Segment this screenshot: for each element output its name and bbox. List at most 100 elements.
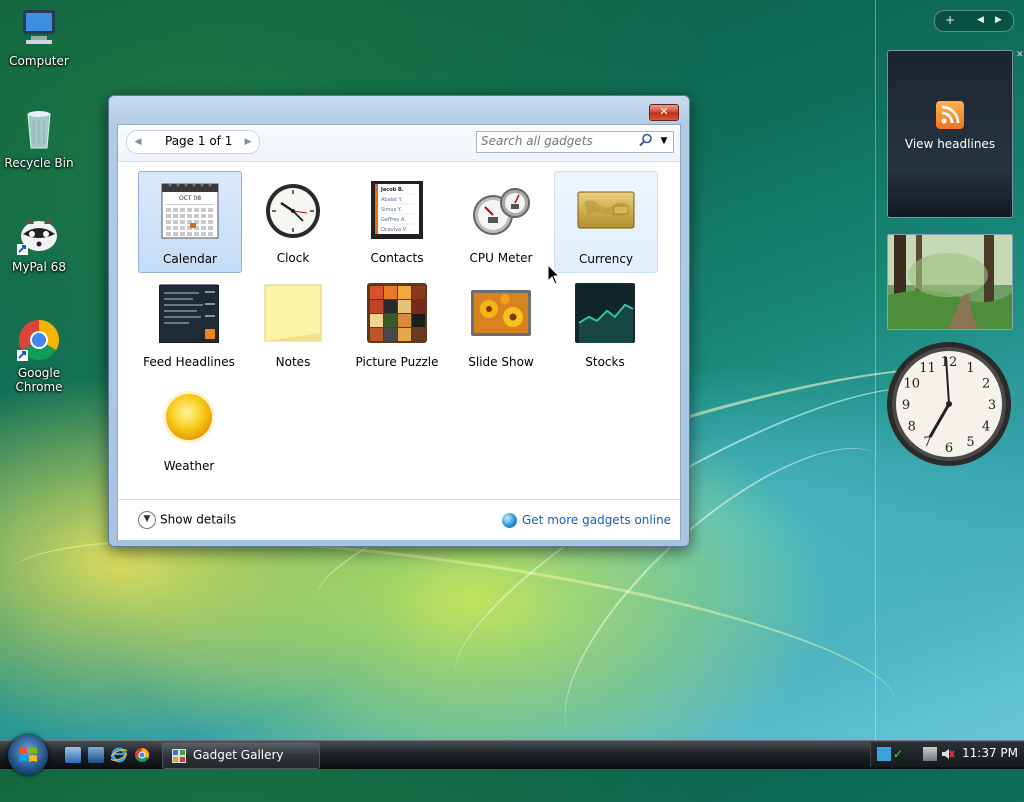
search-dropdown-icon[interactable]: ▼ (658, 134, 670, 148)
calendar-day-cell (201, 214, 206, 218)
sidebar-next-icon[interactable]: ▶ (995, 15, 1002, 25)
network-tray-icon[interactable] (877, 747, 891, 761)
slide-show-gadget[interactable] (887, 234, 1013, 330)
rss-icon (936, 101, 964, 129)
taskbar: Gadget Gallery ✓ 11:37 PM (0, 735, 1024, 775)
calendar-day-cell (173, 220, 178, 224)
gadget-tile-slide-show[interactable]: Slide Show (450, 275, 552, 375)
get-more-label: Get more gadgets online (522, 513, 672, 527)
calendar-day-cell (201, 220, 206, 224)
notes-icon (263, 283, 323, 343)
clock-numeral: 8 (908, 420, 916, 435)
next-page-icon[interactable]: ▶ (240, 134, 256, 150)
calendar-day-cell (194, 214, 199, 218)
desktop-icon-recycle-bin[interactable]: Recycle Bin (1, 108, 77, 170)
clock-numeral: 10 (904, 377, 921, 392)
taskbar-clock[interactable]: 11:37 PM (962, 746, 1018, 760)
gadget-tile-weather[interactable]: Weather (138, 379, 240, 479)
close-button[interactable]: ✕ (649, 104, 679, 121)
search-icon[interactable] (639, 133, 653, 149)
taskbar-button-gadget-gallery[interactable]: Gadget Gallery (162, 742, 320, 769)
gallery-footer: ▼ Show details Get more gadgets online (118, 499, 680, 540)
calendar-day-cell (166, 208, 171, 212)
calendar-day-cell (208, 226, 213, 230)
sidebar-close-icon[interactable]: ✕ (1016, 50, 1024, 60)
desktop-icon-chrome[interactable]: Google Chrome (1, 318, 77, 394)
calendar-day-cell (187, 208, 192, 212)
clock-icon (263, 179, 323, 239)
analog-clock-icon: 1234567891011 12 (887, 342, 1011, 466)
clock-numeral: 6 (945, 441, 953, 456)
clock-gadget[interactable]: 1 2 3 4 5 6 7 8 9 10 11 12 (886, 341, 1012, 467)
gadget-tile-calendar[interactable]: OCT 08 Calendar (138, 171, 242, 273)
weather-icon (159, 387, 219, 447)
clock-numeral: 9 (902, 398, 910, 413)
puzzle-tile (412, 300, 425, 313)
gadget-tile-clock[interactable]: Clock (242, 171, 344, 271)
calendar-day-cell (166, 220, 171, 224)
clock-numeral: 4 (982, 420, 990, 435)
chrome-quicklaunch-icon[interactable] (134, 747, 150, 763)
checkmark-tray-icon[interactable]: ✓ (893, 747, 907, 761)
calendar-day-cell (166, 232, 171, 236)
calendar-day-cell (194, 208, 199, 212)
puzzle-tile (384, 286, 397, 299)
gadget-tile-currency[interactable]: Currency (554, 171, 658, 273)
gadget-tile-notes[interactable]: Notes (242, 275, 344, 375)
search-input[interactable] (481, 133, 631, 149)
chrome-icon (17, 318, 61, 362)
puzzle-tile (384, 314, 397, 327)
calendar-day-cell (173, 232, 178, 236)
gadget-tile-picture-puzzle[interactable]: Picture Puzzle (346, 275, 448, 375)
show-details-label: Show details (160, 512, 237, 527)
puzzle-tile (370, 328, 383, 341)
feed-headlines-gadget[interactable]: View headlines (887, 50, 1013, 218)
show-details-button[interactable]: ▼ Show details (138, 511, 236, 529)
internet-explorer-icon[interactable] (110, 747, 128, 763)
get-more-gadgets-link[interactable]: Get more gadgets online (502, 513, 671, 528)
calendar-day-cell (201, 232, 206, 236)
mypal-icon (17, 212, 61, 256)
prev-page-icon[interactable]: ◀ (130, 134, 146, 150)
puzzle-tile (412, 328, 425, 341)
calendar-day-cell (201, 208, 206, 212)
calendar-day-cell (180, 220, 185, 224)
switch-windows-icon[interactable] (88, 747, 104, 763)
windows-logo-icon (19, 747, 37, 762)
gadget-tile-feed-headlines[interactable]: Feed Headlines (138, 275, 240, 375)
desktop-icon-label: Recycle Bin (4, 156, 74, 170)
currency-icon (576, 180, 636, 240)
show-desktop-icon[interactable] (65, 747, 81, 763)
gadget-tile-contacts[interactable]: Jacob B. Abalat Y. Simus Y. Geffrey A. O… (346, 171, 448, 271)
clock-numeral: 12 (941, 355, 958, 370)
contact-entry: Ocaviva V. (381, 227, 407, 233)
clock-numeral: 2 (982, 377, 990, 392)
puzzle-tile (412, 286, 425, 299)
volume-muted-icon[interactable] (941, 747, 955, 761)
mouse-cursor-icon (547, 264, 561, 285)
gadget-tile-stocks[interactable]: Stocks (554, 275, 656, 375)
desktop-icon-mypal[interactable]: MyPal 68 (1, 212, 77, 274)
sidebar-prev-icon[interactable]: ◀ (977, 15, 984, 25)
gadget-name: Slide Show (468, 355, 534, 369)
display-tray-icon[interactable] (923, 747, 937, 761)
stocks-icon (574, 282, 636, 344)
add-gadget-button[interactable]: + (945, 13, 955, 27)
desktop-icon-label: Google Chrome (15, 366, 63, 394)
puzzle-tile (398, 300, 411, 313)
forest-photo (888, 235, 1012, 329)
gadget-name: CPU Meter (469, 251, 533, 265)
gadget-name: Picture Puzzle (355, 355, 439, 369)
gadget-name: Feed Headlines (143, 355, 235, 369)
globe-icon (502, 513, 517, 528)
start-button[interactable] (8, 735, 48, 775)
desktop-icon-computer[interactable]: Computer (1, 6, 77, 68)
gadget-tile-cpu-meter[interactable]: CPU Meter (450, 171, 552, 271)
puzzle-tile (384, 328, 397, 341)
gadget-name: Notes (275, 355, 311, 369)
taskbar-button-label: Gadget Gallery (193, 748, 284, 762)
puzzle-tile (398, 286, 411, 299)
calendar-day-cell (173, 226, 178, 230)
clock-numeral: 7 (923, 435, 931, 450)
gadget-gallery-icon (172, 749, 186, 763)
